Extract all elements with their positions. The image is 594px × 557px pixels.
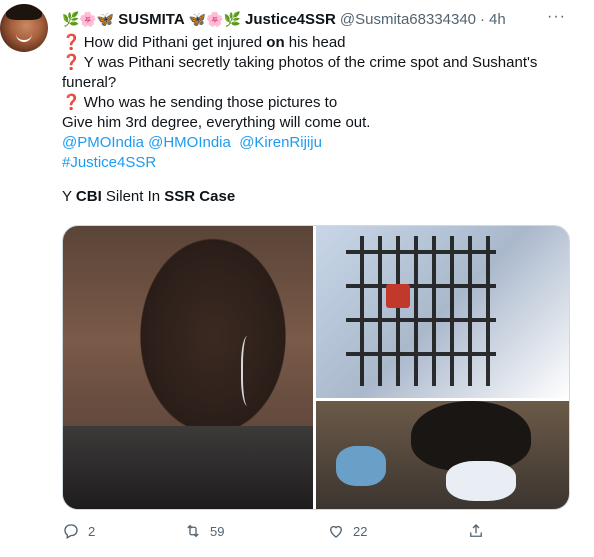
text-fragment: his head	[284, 34, 346, 51]
text-fragment: Silent In	[101, 188, 165, 205]
mentions-line: @PMOIndia @HMOIndia @KirenRijiju	[62, 133, 552, 153]
bold-text: SSR Case	[164, 188, 236, 205]
tweet-header: 🌿🌸🦋 SUSMITA 🦋🌸🌿 Justice4SSR @Susmita6833…	[62, 8, 506, 30]
user-handle[interactable]: @Susmita68334340	[340, 11, 476, 28]
hashtag-justice4ssr[interactable]: #Justice4SSR	[62, 154, 156, 171]
tweet-actions: 2 59 22	[62, 522, 542, 542]
window-grill	[346, 236, 496, 386]
text-line-3: funeral?	[62, 74, 117, 91]
tweet-time[interactable]: 4h	[489, 11, 506, 28]
text-line-8: Y CBI Silent In SSR Case	[62, 187, 552, 207]
mention-kirenrijiju[interactable]: @KirenRijiju	[239, 134, 322, 151]
text-line-4: ❓ Who was he sending those pictures to	[62, 93, 552, 113]
text-fragment: Y was Pithani secretly taking photos of …	[83, 54, 538, 71]
text-line-5: Give him 3rd degree, everything will com…	[62, 114, 371, 131]
avatar-hair	[6, 4, 42, 20]
share-icon	[470, 524, 482, 537]
more-icon[interactable]: ···	[547, 8, 566, 26]
display-name-tag[interactable]: Justice4SSR	[245, 11, 336, 28]
share-button[interactable]	[467, 522, 485, 540]
media-grid[interactable]	[62, 225, 570, 510]
tweet[interactable]: 🌿🌸🦋 SUSMITA 🦋🌸🌿 Justice4SSR @Susmita6833…	[0, 0, 594, 557]
text-fragment: How did Pithani get injured	[83, 34, 267, 51]
text-line-1: ❓ How did Pithani get injured on his head	[62, 33, 552, 53]
white-mask	[446, 461, 516, 501]
avatar[interactable]	[0, 4, 48, 52]
retweet-count: 59	[210, 523, 225, 539]
reply-icon	[64, 524, 78, 539]
like-button[interactable]: 22	[327, 522, 367, 540]
separator-dot: ·	[480, 10, 486, 28]
photo-crowd-masks[interactable]	[316, 401, 569, 509]
question-icon: ❓	[62, 54, 81, 71]
photo-window-grill[interactable]	[316, 226, 569, 398]
retweet-icon	[187, 524, 199, 538]
red-phone	[386, 284, 410, 308]
reply-button[interactable]: 2	[62, 522, 95, 540]
display-name[interactable]: SUSMITA	[118, 11, 184, 28]
question-icon: ❓	[62, 34, 81, 51]
avatar-smile	[16, 34, 32, 42]
display-name-emoji-prefix: 🌿🌸🦋	[62, 10, 115, 27]
display-name-emoji-suffix: 🦋🌸🌿	[188, 10, 241, 27]
shirt	[63, 426, 313, 509]
tweet-text: ❓ How did Pithani get injured on his head…	[62, 33, 552, 207]
hashtag-line: #Justice4SSR	[62, 153, 552, 173]
blue-mask	[336, 446, 386, 486]
reply-count: 2	[88, 523, 96, 539]
text-fragment: Y	[62, 188, 76, 205]
mask-strap	[241, 336, 257, 406]
bold-text: CBI	[75, 188, 102, 205]
mention-hmoindia[interactable]: @HMOIndia	[148, 134, 231, 151]
text-fragment: Who was he sending those pictures to	[83, 94, 338, 111]
mention-pmoindia[interactable]: @PMOIndia	[62, 134, 144, 151]
question-icon: ❓	[62, 94, 81, 111]
retweet-button[interactable]: 59	[184, 522, 224, 540]
like-icon	[330, 525, 342, 538]
bold-text: on	[266, 34, 285, 51]
photo-man-with-mask[interactable]	[63, 226, 313, 509]
text-line-2: ❓ Y was Pithani secretly taking photos of…	[62, 53, 552, 73]
like-count: 22	[353, 523, 368, 539]
